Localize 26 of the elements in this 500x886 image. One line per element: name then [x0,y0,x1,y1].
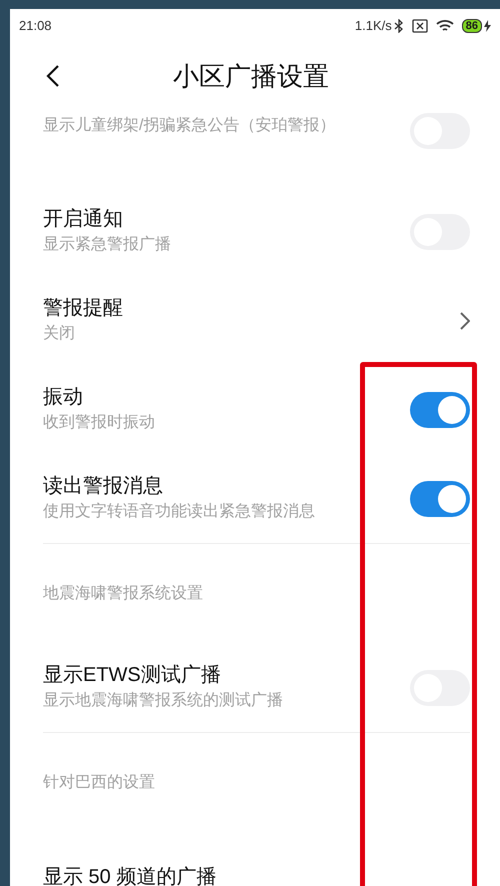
setting-description: 显示紧急警报广播 [43,234,172,254]
bluetooth-icon [394,19,404,33]
charging-icon [484,20,491,32]
setting-description: 显示儿童绑架/拐骗紧急公告（安珀警报） [43,116,336,136]
section-header: 针对巴西的设置 [43,772,155,793]
network-speed: 1.1K/s [354,17,392,36]
sim-icon [412,19,428,33]
back-icon[interactable] [46,65,60,87]
setting-title: 读出警报消息 [43,474,164,498]
setting-title: 显示 50 频道的广播 [43,864,218,886]
setting-title: 振动 [43,384,84,410]
setting-description: 使用文字转语音功能读出紧急警报消息 [43,502,316,522]
toggle-switch[interactable] [410,480,470,516]
wifi-icon [436,19,454,33]
toggle-switch[interactable] [410,392,470,428]
setting-description: 关闭 [43,324,76,344]
setting-title: 开启通知 [43,206,124,232]
status-time: 21:08 [19,17,52,36]
setting-description: 显示地震海啸警报系统的测试广播 [43,690,284,710]
setting-title: 显示ETWS测试广播 [43,662,222,688]
setting-title: 警报提醒 [43,296,124,320]
chevron-right-icon [460,312,470,330]
setting-description: 收到警报时振动 [43,412,156,432]
battery-icon: 86 [462,19,482,33]
section-header: 地震海啸警报系统设置 [43,584,203,604]
page-title: 小区广播设置 [173,60,329,92]
